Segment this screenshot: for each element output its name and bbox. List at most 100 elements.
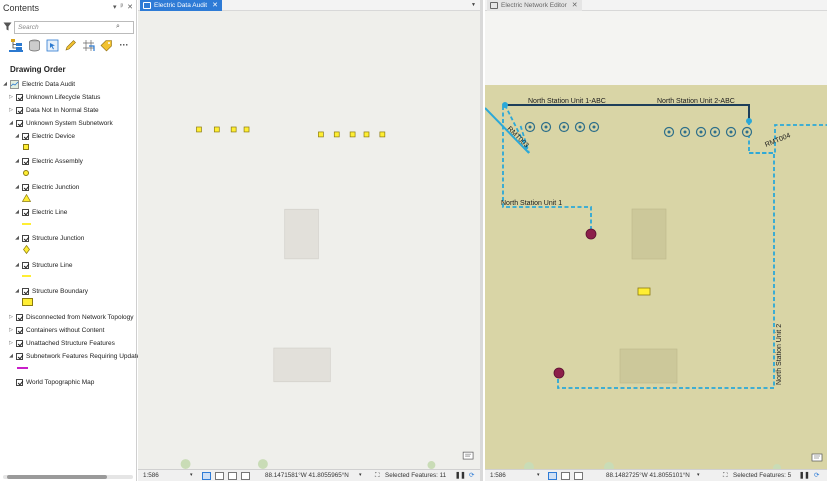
selected-features-count[interactable]: Selected Features: 11 [385,472,446,479]
chevron-down-icon[interactable]: ▾ [697,472,700,478]
visibility-checkbox[interactable] [22,261,29,269]
expand-icon[interactable]: ▷ [8,94,14,100]
layer-item-disconnected[interactable]: ▷ Disconnected from Network Topology [8,311,134,323]
expand-icon[interactable]: ▷ [8,327,14,333]
table-button[interactable] [228,472,237,480]
collapse-icon[interactable]: ◢ [2,81,8,87]
collapse-icon[interactable]: ◢ [14,235,20,241]
layer-item-world-topographic[interactable]: World Topographic Map [8,376,94,388]
scrollbar-thumb[interactable] [7,475,107,479]
scale-selector[interactable]: 1:586 [143,472,159,479]
layer-item-electric-device[interactable]: ◢ Electric Device [14,130,75,142]
sound-button[interactable] [241,472,250,480]
layer-item-subnetwork-requiring-update[interactable]: ◢ Subnetwork Features Requiring Update [8,350,140,362]
chevron-down-icon[interactable]: ▾ [190,472,193,478]
tab-electric-data-audit[interactable]: Electric Data Audit ✕ [140,0,222,11]
collapse-icon[interactable]: ◢ [14,262,20,268]
visibility-checkbox[interactable] [22,157,29,165]
visibility-checkbox[interactable] [16,313,23,321]
search-icon[interactable]: ⌕ [116,23,120,31]
layer-item-data-not-normal[interactable]: ▷ Data Not In Normal State [8,104,99,116]
status-bar: 1:586 ▾ 88.1471581°W 41.8055965°N ▾ ⛶ Se… [138,469,480,481]
layer-item-structure-line[interactable]: ◢ Structure Line [14,259,72,271]
collapse-icon[interactable]: ◢ [14,158,20,164]
visibility-checkbox[interactable] [16,352,23,360]
symbol-polygon[interactable] [22,298,33,306]
layer-item-containers-without-content[interactable]: ▷ Containers without Content [8,324,104,336]
list-by-editing-button[interactable] [63,38,77,52]
pause-icon[interactable]: ❚❚ [455,472,466,479]
collapse-icon[interactable]: ◢ [8,353,14,359]
collapse-icon[interactable]: ◢ [14,288,20,294]
grid-button[interactable] [215,472,224,480]
layer-item-electric-junction[interactable]: ◢ Electric Junction [14,181,79,193]
layer-item-unattached-structure[interactable]: ▷ Unattached Structure Features [8,337,115,349]
more-options-button[interactable]: ··· [117,38,131,52]
collapse-icon[interactable]: ◢ [14,184,20,190]
list-by-labeling-button[interactable] [99,38,113,52]
symbol-line-magenta[interactable] [17,367,28,369]
layer-item-unknown-lifecycle[interactable]: ▷ Unknown Lifecycle Status [8,91,100,103]
symbol-triangle[interactable] [22,194,31,202]
visibility-checkbox[interactable] [22,208,29,216]
pause-icon[interactable]: ❚❚ [799,472,810,479]
pin-icon[interactable]: ᵖ [120,3,123,11]
visibility-checkbox[interactable] [22,287,29,295]
layer-item-structure-boundary[interactable]: ◢ Structure Boundary [14,285,88,297]
map-item[interactable]: ◢ Electric Data Audit [2,78,75,90]
layer-item-electric-line[interactable]: ◢ Electric Line [14,206,67,218]
list-by-selection-button[interactable] [45,38,59,52]
electric-device [379,131,386,138]
visibility-checkbox[interactable] [16,93,23,101]
visibility-checkbox[interactable] [22,132,29,140]
close-tab-icon[interactable]: ✕ [212,0,218,11]
collapse-icon[interactable]: ◢ [14,209,20,215]
refresh-icon[interactable]: ⟳ [814,472,819,479]
filter-icon[interactable] [3,22,12,31]
navigate-button[interactable] [548,472,557,480]
selected-features-count[interactable]: Selected Features: 5 [733,472,791,479]
table-button[interactable] [574,472,583,480]
list-by-source-button[interactable] [27,38,41,52]
list-by-drawing-order-button[interactable] [9,38,23,52]
symbol-line[interactable] [22,275,31,277]
visibility-checkbox[interactable] [22,234,29,242]
collapse-icon[interactable]: ◢ [14,133,20,139]
selected-features-icon[interactable]: ⛶ [723,472,727,480]
list-by-snapping-button[interactable] [81,38,95,52]
close-tab-icon[interactable]: ✕ [572,0,578,11]
symbol-circle[interactable] [23,170,29,176]
tab-electric-network-editor[interactable]: Electric Network Editor ✕ [487,0,582,11]
collapse-icon[interactable]: ◢ [8,120,14,126]
map-canvas[interactable]: North Station Unit 1-ABC North Station U… [485,11,827,469]
expand-icon[interactable]: ▷ [8,340,14,346]
scale-selector[interactable]: 1:586 [490,472,506,479]
close-icon[interactable]: ✕ [127,3,133,11]
layer-item-unknown-subnetwork[interactable]: ◢ Unknown System Subnetwork [8,117,113,129]
expand-icon[interactable]: ▷ [8,107,14,113]
symbol-square[interactable] [23,144,29,150]
contents-scrollbar[interactable] [3,475,133,479]
symbol-diamond[interactable] [23,245,30,254]
expand-icon[interactable]: ▷ [8,314,14,320]
refresh-icon[interactable]: ⟳ [469,472,474,479]
layer-item-electric-assembly[interactable]: ◢ Electric Assembly [14,155,83,167]
grid-button[interactable] [561,472,570,480]
visibility-checkbox[interactable] [16,106,23,114]
chevron-down-icon[interactable]: ▾ [537,472,540,478]
visibility-checkbox[interactable] [22,183,29,191]
electric-device [196,126,202,133]
visibility-checkbox[interactable] [16,339,23,347]
visibility-checkbox[interactable] [16,326,23,334]
pane-options-icon[interactable]: ▾ [113,3,117,11]
map-label-unit-2-abc: North Station Unit 2-ABC [657,98,735,105]
tab-menu-chevron-icon[interactable]: ▼ [471,2,476,8]
chevron-down-icon[interactable]: ▾ [359,472,362,478]
navigate-button[interactable] [202,472,211,480]
symbol-line[interactable] [22,223,31,225]
selected-features-icon[interactable]: ⛶ [375,472,379,480]
visibility-checkbox[interactable] [16,378,23,386]
layer-item-structure-junction[interactable]: ◢ Structure Junction [14,232,84,244]
map-canvas[interactable] [138,11,480,469]
visibility-checkbox[interactable] [16,119,23,127]
